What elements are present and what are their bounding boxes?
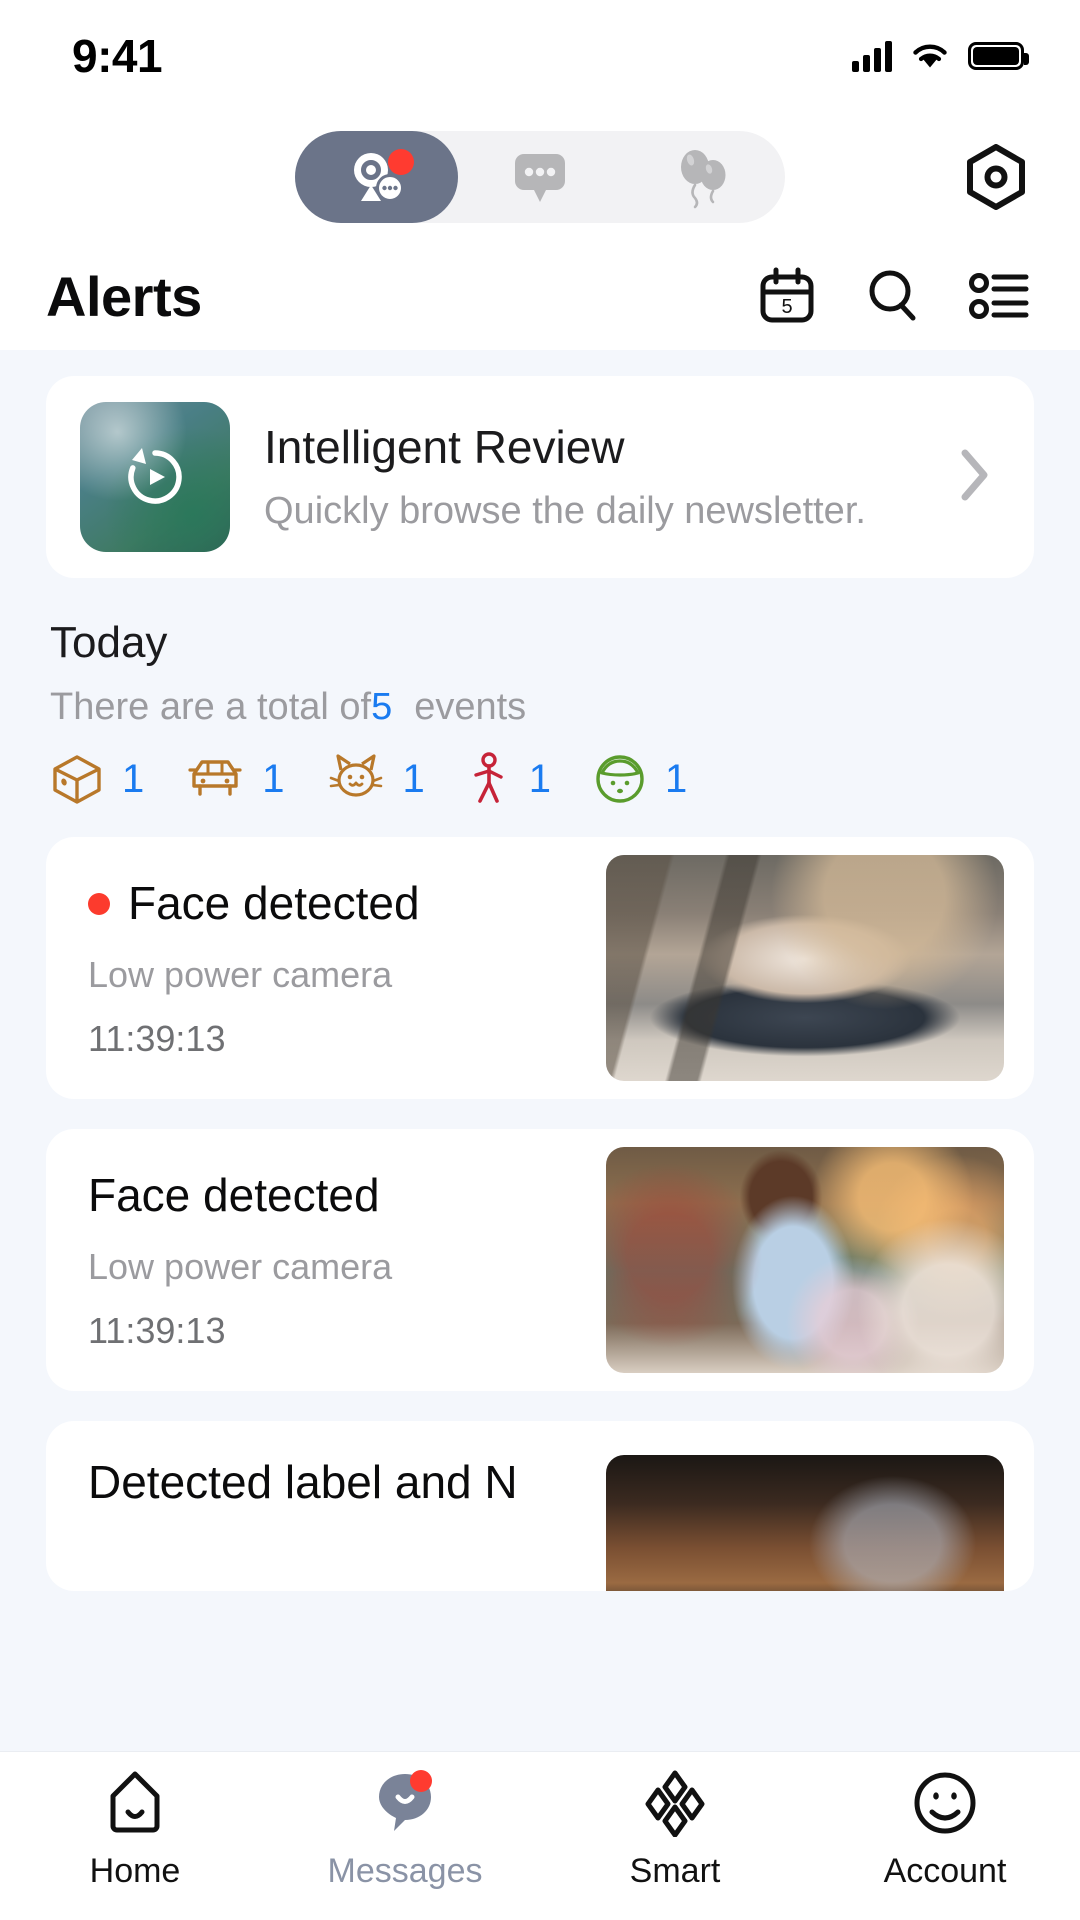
page-title: Alerts <box>46 264 202 328</box>
settings-gear-icon[interactable] <box>960 141 1032 213</box>
message-icon <box>372 1768 438 1838</box>
account-face-icon <box>912 1768 978 1838</box>
messages-badge <box>410 1770 432 1792</box>
intelligent-review-card[interactable]: Intelligent Review Quickly browse the da… <box>46 376 1034 578</box>
nav-label-messages: Messages <box>327 1852 483 1890</box>
intelligent-review-title: Intelligent Review <box>264 420 625 473</box>
intelligent-review-thumbnail <box>80 402 230 552</box>
nav-item-smart[interactable]: Smart <box>540 1768 810 1891</box>
nav-item-account[interactable]: Account <box>810 1768 1080 1891</box>
person-walking-icon <box>474 752 503 803</box>
face-head-icon <box>596 755 644 803</box>
alert-title-row: Detected label and N <box>88 1455 606 1510</box>
car-icon <box>188 760 242 796</box>
today-section: Today There are a total of 5 events 1 1 … <box>0 578 1080 807</box>
alert-device: Low power camera <box>88 953 393 995</box>
event-type-summary: 1 1 1 1 1 <box>50 751 1030 807</box>
nav-label-account: Account <box>883 1852 1007 1890</box>
calendar-icon[interactable]: 5 <box>756 265 818 327</box>
alert-thumbnail[interactable] <box>606 1455 1004 1591</box>
alert-title: Detected label and N <box>88 1456 518 1508</box>
intelligent-review-subtitle: Quickly browse the daily newsletter. <box>264 490 866 532</box>
event-type-vehicle[interactable]: 1 <box>186 752 326 806</box>
tab-messages[interactable] <box>458 131 621 223</box>
cellular-signal-icon <box>852 40 892 72</box>
event-type-face-count: 1 <box>665 756 688 801</box>
bottom-navigation: Home Messages Smart Account <box>0 1752 1080 1920</box>
tab-alerts[interactable] <box>295 131 459 223</box>
event-type-vehicle-count: 1 <box>262 756 285 801</box>
unread-dot <box>88 893 110 915</box>
status-indicators <box>852 40 1029 72</box>
alert-title: Face detected <box>88 1169 380 1222</box>
status-bar: 9:41 <box>0 0 1080 112</box>
nav-item-messages[interactable]: Messages <box>270 1768 540 1891</box>
top-tab-row <box>0 112 1080 242</box>
today-heading: Today <box>50 618 168 667</box>
smart-diamonds-icon <box>641 1768 709 1838</box>
today-summary: There are a total of 5 events <box>50 686 1030 729</box>
alert-list-item[interactable]: Detected label and N <box>46 1421 1034 1591</box>
nav-item-home[interactable]: Home <box>0 1768 270 1891</box>
event-type-person-count: 1 <box>528 756 551 801</box>
event-type-face[interactable]: 1 <box>593 752 687 806</box>
alert-list-item[interactable]: Face detected Low power camera 11:39:13 <box>46 837 1034 1099</box>
event-type-pet[interactable]: 1 <box>327 752 467 806</box>
balloons-icon <box>681 150 726 209</box>
app-screen: 9:41 Alerts 5 Intelligent Review Quickly… <box>0 0 1080 1920</box>
package-box-icon <box>53 755 101 804</box>
alert-thumbnail[interactable] <box>606 1147 1004 1373</box>
tab-promotions[interactable] <box>622 131 785 223</box>
nav-label-smart: Smart <box>629 1852 721 1890</box>
today-summary-prefix: There are a total of <box>50 686 372 728</box>
event-type-package-count: 1 <box>122 756 145 801</box>
alert-time: 11:39:13 <box>88 1309 226 1351</box>
status-time: 9:41 <box>72 30 163 82</box>
alert-time: 11:39:13 <box>88 1017 226 1059</box>
alert-device: Low power camera <box>88 1245 393 1287</box>
event-type-person[interactable]: 1 <box>467 751 593 807</box>
search-icon[interactable] <box>862 265 924 327</box>
alert-list-item[interactable]: Face detected Low power camera 11:39:13 <box>46 1129 1034 1391</box>
alert-title-row: Face detected <box>88 1168 606 1223</box>
battery-full-icon <box>968 42 1029 70</box>
replay-history-icon <box>128 448 182 504</box>
nav-label-home: Home <box>89 1852 181 1890</box>
message-bubble-icon <box>514 154 565 202</box>
alert-title: Face detected <box>128 877 420 930</box>
filter-list-icon[interactable] <box>968 265 1030 327</box>
event-type-pet-count: 1 <box>402 756 425 801</box>
alert-title-row: Face detected <box>88 876 606 931</box>
chevron-right-icon <box>958 448 1000 507</box>
home-icon <box>104 1768 166 1838</box>
cat-icon <box>329 754 382 797</box>
header-actions: 5 <box>756 265 1030 327</box>
wifi-icon <box>913 44 947 68</box>
alert-thumbnail[interactable] <box>606 855 1004 1081</box>
today-summary-count: 5 <box>371 686 393 728</box>
calendar-day-number: 5 <box>781 296 792 318</box>
alerts-scroll-area[interactable]: Intelligent Review Quickly browse the da… <box>0 350 1080 1920</box>
segmented-control <box>295 131 785 223</box>
page-header: Alerts 5 <box>0 242 1080 350</box>
event-type-package[interactable]: 1 <box>50 752 186 806</box>
today-summary-suffix: events <box>414 686 527 728</box>
